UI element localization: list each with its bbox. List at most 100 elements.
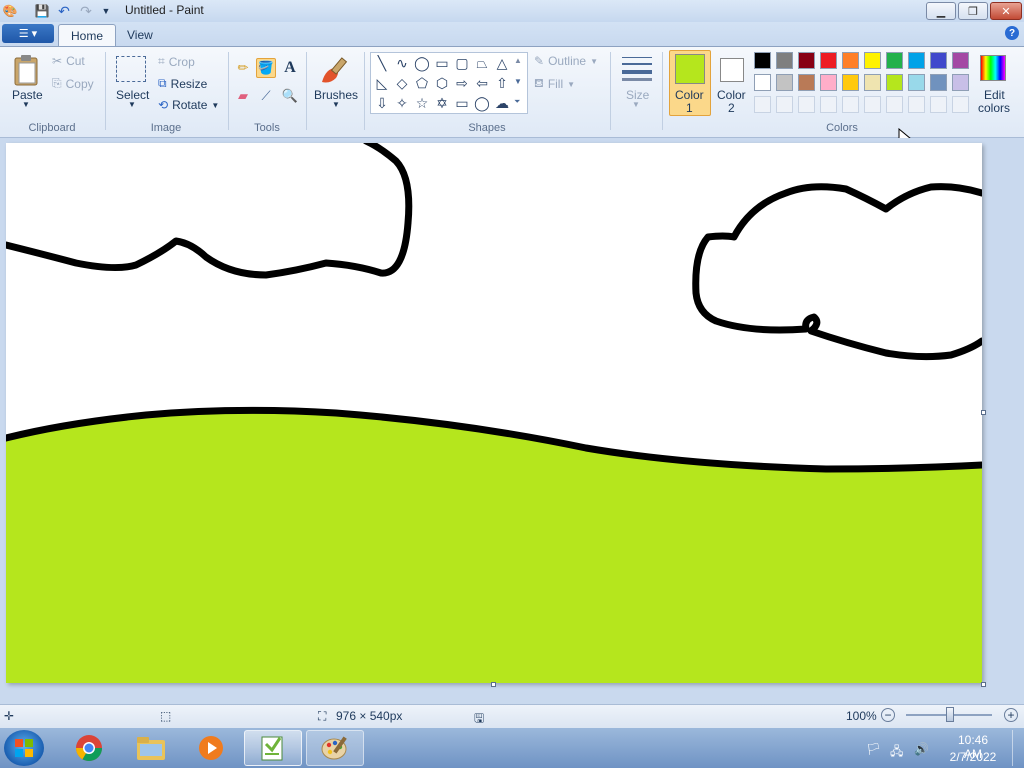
line-shape-icon[interactable]: ╲ xyxy=(372,53,392,73)
shapes-expand-icon[interactable]: ⏷ xyxy=(514,97,520,107)
four-point-star-shape-icon[interactable]: ✧ xyxy=(392,93,412,113)
palette-swatch[interactable] xyxy=(798,74,815,91)
text-tool-icon[interactable]: A xyxy=(280,58,300,78)
brushes-icon[interactable] xyxy=(318,54,352,86)
resize-handle-corner[interactable] xyxy=(981,682,986,687)
custom-color-slot[interactable] xyxy=(820,96,837,113)
redo-icon[interactable]: ↷ xyxy=(78,3,94,19)
palette-swatch[interactable] xyxy=(930,52,947,69)
outline-button[interactable]: ✎ Outline ▼ xyxy=(534,54,598,68)
up-arrow-shape-icon[interactable]: ⇧ xyxy=(492,73,512,93)
palette-swatch[interactable] xyxy=(886,74,903,91)
taskbar-file-explorer[interactable] xyxy=(122,730,180,766)
color2-label[interactable]: Color xyxy=(717,88,746,102)
left-arrow-shape-icon[interactable]: ⇦ xyxy=(472,73,492,93)
tab-view[interactable]: View xyxy=(115,24,165,46)
network-icon[interactable]: 🖧 xyxy=(890,742,903,763)
size-icon[interactable] xyxy=(620,54,654,82)
brushes-dropdown-icon[interactable]: ▼ xyxy=(332,100,340,109)
custom-color-slot[interactable] xyxy=(886,96,903,113)
palette-swatch[interactable] xyxy=(820,74,837,91)
down-arrow-shape-icon[interactable]: ⇩ xyxy=(372,93,392,113)
custom-color-slot[interactable] xyxy=(754,96,771,113)
diamond-shape-icon[interactable]: ◇ xyxy=(392,73,412,93)
customize-quick-access-icon[interactable]: ▼ xyxy=(98,3,114,19)
select-dropdown-icon[interactable]: ▼ xyxy=(128,100,136,109)
palette-swatch[interactable] xyxy=(864,74,881,91)
minimize-button[interactable]: ▁ xyxy=(926,2,956,20)
palette-swatch[interactable] xyxy=(908,74,925,91)
right-triangle-shape-icon[interactable]: ◺ xyxy=(372,73,392,93)
volume-icon[interactable]: 🔊 xyxy=(914,742,929,756)
show-desktop-button[interactable] xyxy=(1012,730,1024,766)
shapes-scroll-up-icon[interactable]: ▲ xyxy=(514,56,522,65)
paste-icon[interactable] xyxy=(12,54,40,86)
six-point-star-shape-icon[interactable]: ✡ xyxy=(432,93,452,113)
select-icon[interactable] xyxy=(116,56,146,82)
taskbar-media-player[interactable] xyxy=(182,730,240,766)
edit-colors-icon[interactable] xyxy=(980,55,1006,81)
right-arrow-shape-icon[interactable]: ⇨ xyxy=(452,73,472,93)
resize-button[interactable]: ⧉ Resize xyxy=(158,76,207,91)
palette-swatch[interactable] xyxy=(820,52,837,69)
oval-shape-icon[interactable]: ◯ xyxy=(412,53,432,73)
palette-swatch[interactable] xyxy=(864,52,881,69)
crop-button[interactable]: ⌗ Crop xyxy=(158,54,195,69)
palette-swatch[interactable] xyxy=(754,52,771,69)
custom-color-slot[interactable] xyxy=(952,96,969,113)
hexagon-shape-icon[interactable]: ⬡ xyxy=(432,73,452,93)
rounded-rectangle-shape-icon[interactable]: ▢ xyxy=(452,53,472,73)
color-picker-tool-icon[interactable]: ⟋ xyxy=(256,86,276,106)
zoom-in-button[interactable]: + xyxy=(1004,708,1018,722)
color2-swatch[interactable] xyxy=(720,58,744,82)
edit-colors-label-1[interactable]: Edit xyxy=(984,88,1005,102)
palette-swatch[interactable] xyxy=(776,52,793,69)
fill-bucket-tool-icon[interactable]: 🪣 xyxy=(256,58,276,78)
paint-app-icon[interactable]: 🎨 xyxy=(2,3,18,19)
paint-menu-button[interactable]: ☰ ▾ xyxy=(2,24,54,43)
clock-date[interactable]: 2/7/2022 xyxy=(948,750,998,764)
restore-button[interactable]: ❐ xyxy=(958,2,988,20)
palette-swatch[interactable] xyxy=(886,52,903,69)
pencil-tool-icon[interactable]: ✏ xyxy=(233,58,253,78)
shapes-scroll-down-icon[interactable]: ▼ xyxy=(514,77,522,86)
help-icon[interactable]: ? xyxy=(1005,26,1019,40)
size-dropdown-icon[interactable]: ▼ xyxy=(632,100,640,109)
palette-swatch[interactable] xyxy=(798,52,815,69)
oval-callout-shape-icon[interactable]: ◯ xyxy=(472,93,492,113)
rotate-button[interactable]: ⟲ Rotate ▼ xyxy=(158,98,219,112)
taskbar-paint[interactable] xyxy=(306,730,364,766)
rectangle-shape-icon[interactable]: ▭ xyxy=(432,53,452,73)
rounded-callout-shape-icon[interactable]: ▭ xyxy=(452,93,472,113)
custom-color-slot[interactable] xyxy=(930,96,947,113)
pentagon-shape-icon[interactable]: ⬠ xyxy=(412,73,432,93)
copy-button[interactable]: ⎘ Copy xyxy=(52,76,94,91)
triangle-shape-icon[interactable]: △ xyxy=(492,53,512,73)
custom-color-slot[interactable] xyxy=(842,96,859,113)
curve-shape-icon[interactable]: ∿ xyxy=(392,53,412,73)
cloud-callout-shape-icon[interactable]: ☁ xyxy=(492,93,512,113)
palette-swatch[interactable] xyxy=(952,74,969,91)
palette-swatch[interactable] xyxy=(952,52,969,69)
palette-swatch[interactable] xyxy=(842,74,859,91)
palette-swatch[interactable] xyxy=(842,52,859,69)
action-center-icon[interactable]: 🏳 xyxy=(866,742,881,756)
zoom-slider-thumb[interactable] xyxy=(946,707,954,722)
taskbar-chrome[interactable] xyxy=(60,730,118,766)
resize-handle-bottom[interactable] xyxy=(491,682,496,687)
tab-home[interactable]: Home xyxy=(58,24,117,46)
taskbar-app-active[interactable] xyxy=(244,730,302,766)
save-icon[interactable]: 💾 xyxy=(34,3,50,19)
palette-swatch[interactable] xyxy=(754,74,771,91)
zoom-out-button[interactable]: − xyxy=(881,708,895,722)
palette-swatch[interactable] xyxy=(908,52,925,69)
magnifier-tool-icon[interactable]: 🔍 xyxy=(280,86,300,106)
cut-button[interactable]: ✂ Cut xyxy=(52,54,85,68)
undo-icon[interactable]: ↶ xyxy=(56,3,72,19)
close-button[interactable]: ✕ xyxy=(990,2,1022,20)
paste-dropdown-icon[interactable]: ▼ xyxy=(22,100,30,109)
edit-colors-label-2[interactable]: colors xyxy=(978,101,1010,115)
custom-color-slot[interactable] xyxy=(864,96,881,113)
custom-color-slot[interactable] xyxy=(798,96,815,113)
eraser-tool-icon[interactable]: ▰ xyxy=(233,86,253,106)
